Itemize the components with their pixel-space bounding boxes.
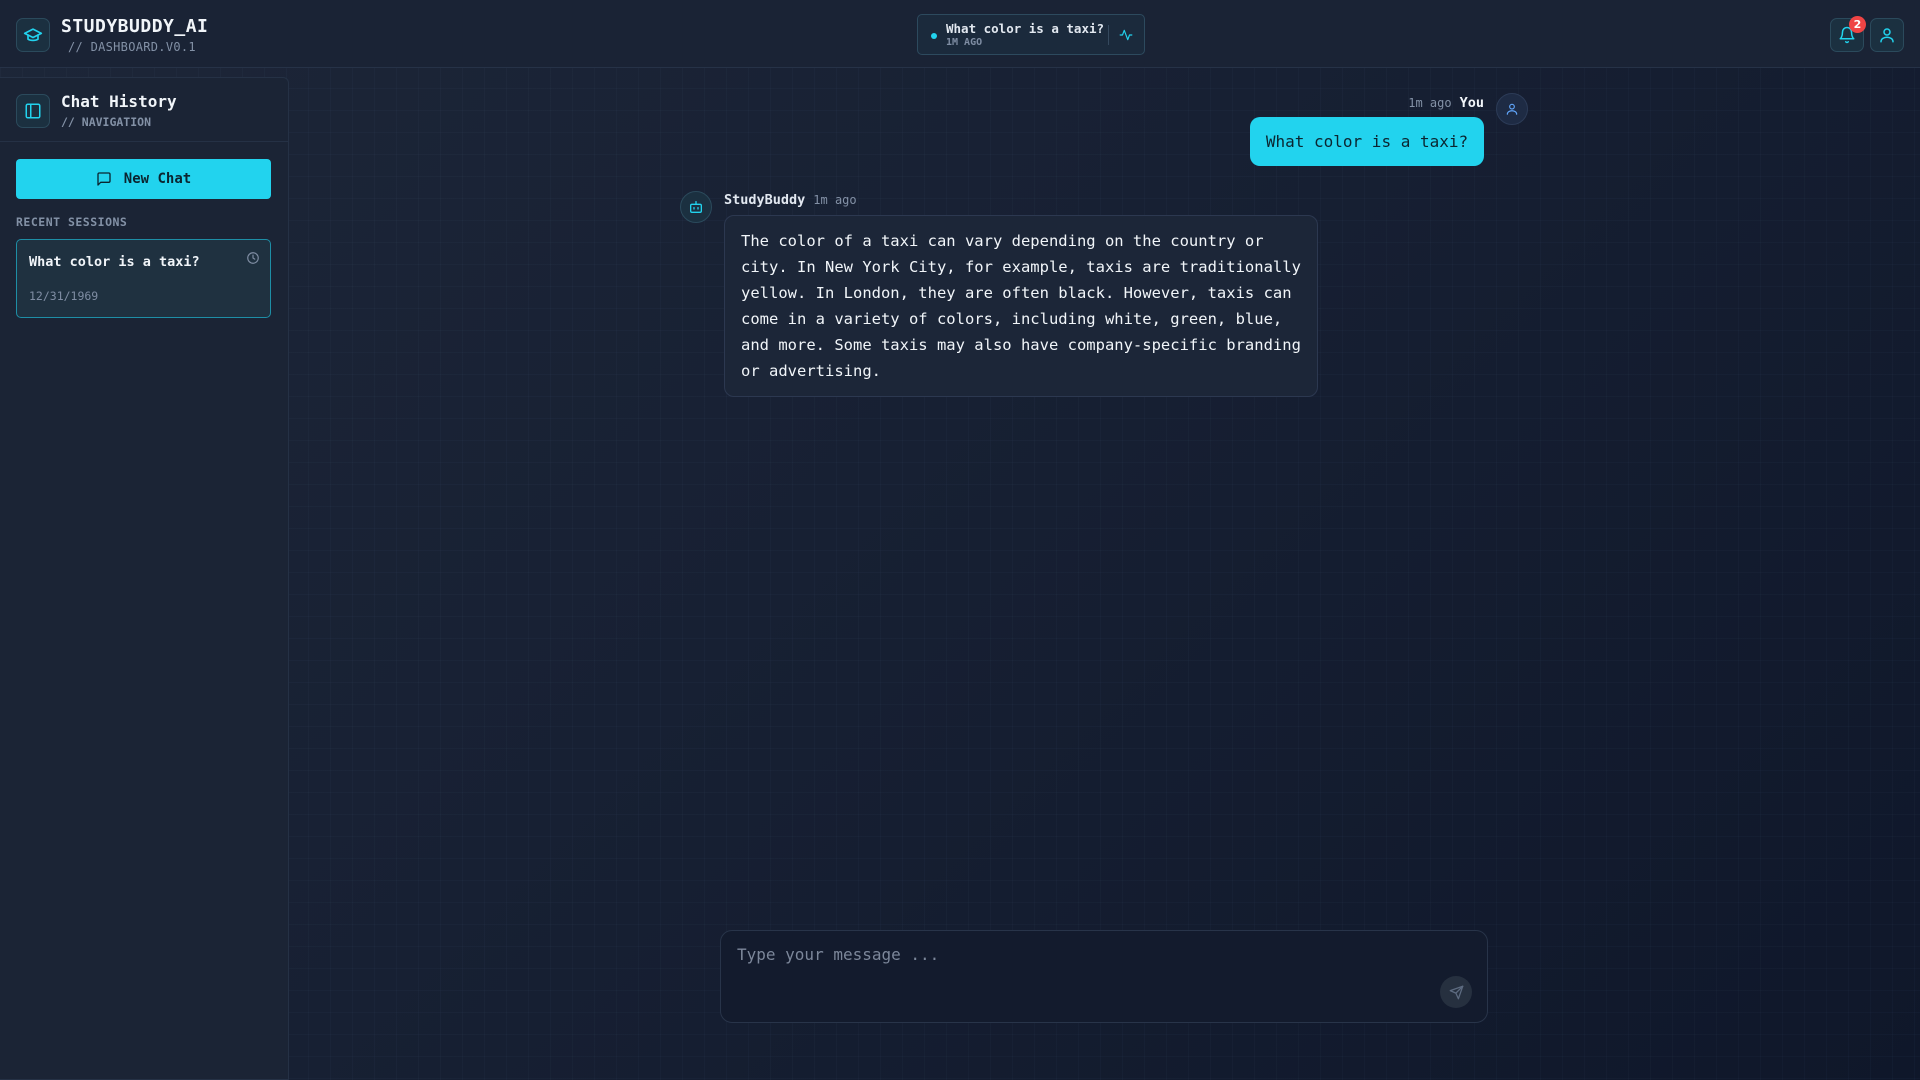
user-message-meta: 1m ago You bbox=[1408, 95, 1484, 111]
session-item[interactable]: What color is a taxi? 12/31/1969 bbox=[16, 239, 271, 318]
bot-icon bbox=[690, 201, 702, 213]
graduation-cap-icon bbox=[16, 18, 50, 52]
user-icon bbox=[1506, 103, 1518, 115]
status-dot bbox=[931, 33, 937, 39]
assistant-message-meta: StudyBuddy 1m ago bbox=[724, 192, 857, 208]
session-date: 12/31/1969 bbox=[29, 289, 99, 303]
new-chat-label: New Chat bbox=[123, 171, 192, 187]
message-composer bbox=[720, 930, 1488, 1023]
message-input[interactable] bbox=[737, 945, 1437, 975]
clock-icon bbox=[247, 252, 259, 264]
profile-button[interactable] bbox=[1870, 18, 1904, 52]
user-message-bubble: What color is a taxi? bbox=[1250, 117, 1484, 166]
sidebar-title: Chat History bbox=[61, 92, 177, 111]
user-icon bbox=[1880, 28, 1894, 43]
active-session-title: What color is a taxi? bbox=[946, 21, 1105, 36]
recent-sessions-label: RECENT SESSIONS bbox=[16, 215, 128, 229]
message-author: StudyBuddy bbox=[724, 192, 806, 208]
sidebar-toggle-icon[interactable] bbox=[16, 94, 50, 128]
top-bar: STUDYBUDDY_AI // DASHBOARD.V0.1 What col… bbox=[0, 0, 1920, 68]
new-chat-button[interactable]: New Chat bbox=[16, 159, 271, 199]
message-square-icon bbox=[97, 172, 111, 186]
assistant-avatar bbox=[680, 191, 712, 223]
assistant-message-bubble: The color of a taxi can vary depending o… bbox=[724, 215, 1318, 397]
activity-icon[interactable] bbox=[1116, 25, 1136, 45]
send-icon bbox=[1449, 985, 1463, 999]
sidebar-header: Chat History // NAVIGATION bbox=[0, 78, 288, 142]
active-session-time: 1M AGO bbox=[946, 37, 983, 48]
message-time: 1m ago bbox=[813, 193, 857, 207]
chat-history-sidebar: Chat History // NAVIGATION New Chat RECE… bbox=[0, 77, 289, 1080]
divider bbox=[1108, 25, 1109, 45]
send-button[interactable] bbox=[1440, 976, 1472, 1008]
sidebar-subtitle: // NAVIGATION bbox=[61, 115, 152, 129]
user-avatar bbox=[1496, 93, 1528, 125]
app-version: // DASHBOARD.V0.1 bbox=[68, 40, 196, 54]
notification-badge: 2 bbox=[1849, 16, 1866, 33]
message-author: You bbox=[1459, 95, 1484, 111]
active-session-indicator[interactable]: What color is a taxi? 1M AGO bbox=[917, 14, 1145, 55]
session-title: What color is a taxi? bbox=[29, 254, 200, 270]
app-title: STUDYBUDDY_AI bbox=[61, 16, 209, 37]
message-time: 1m ago bbox=[1408, 96, 1452, 110]
